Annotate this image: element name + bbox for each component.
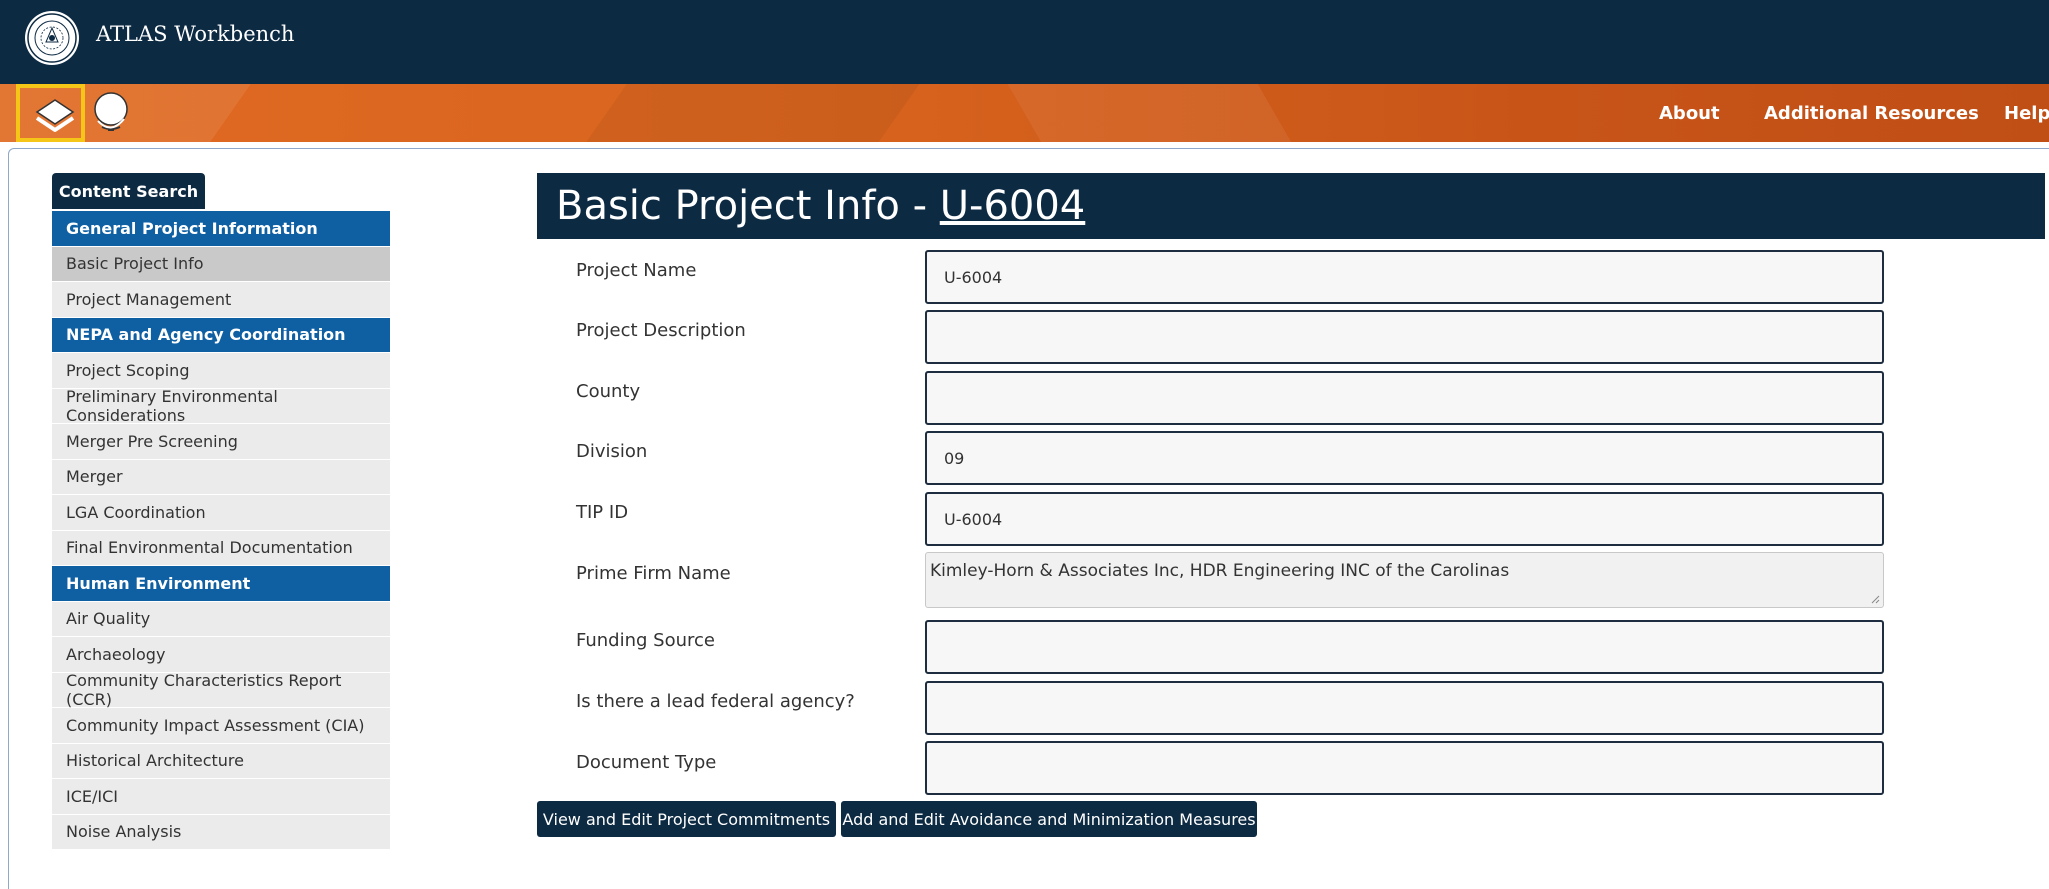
sidebar-item-merger-pre-screening[interactable]: Merger Pre Screening [52, 424, 390, 460]
app-title: ATLAS Workbench [96, 22, 295, 46]
lead-federal-agency-field[interactable] [925, 681, 1884, 735]
label-project-description: Project Description [576, 320, 746, 341]
label-prime-firm-name: Prime Firm Name [576, 563, 731, 584]
view-edit-commitments-button[interactable]: View and Edit Project Commitments [537, 801, 836, 837]
sidebar-item-noise-analysis[interactable]: Noise Analysis [52, 814, 390, 850]
county-field[interactable] [925, 371, 1884, 425]
resize-handle-icon[interactable] [1870, 594, 1880, 604]
state-seal-logo [25, 11, 79, 65]
nav-help[interactable]: Help [2004, 103, 2049, 124]
layers-button[interactable] [16, 84, 85, 142]
label-project-name: Project Name [576, 260, 697, 281]
content-search-button[interactable]: Content Search [52, 173, 205, 209]
sidebar-item-lga-coordination[interactable]: LGA Coordination [52, 495, 390, 531]
prime-firm-name-value: Kimley-Horn & Associates Inc, HDR Engine… [930, 561, 1510, 581]
sidebar-section-nepa-and-agency-coordination[interactable]: NEPA and Agency Coordination [52, 317, 390, 353]
sidebar-item-community-impact-assessment[interactable]: Community Impact Assessment (CIA) [52, 708, 390, 744]
tip-id-field[interactable]: U-6004 [925, 492, 1884, 546]
page-title: Basic Project Info - U-6004 [537, 173, 2045, 239]
division-field[interactable]: 09 [925, 431, 1884, 485]
page-title-prefix: Basic Project Info - [556, 183, 940, 229]
project-code-link[interactable]: U-6004 [940, 183, 1086, 229]
add-edit-avoidance-measures-button[interactable]: Add and Edit Avoidance and Minimization … [841, 801, 1257, 837]
label-division: Division [576, 441, 648, 462]
sidebar-item-final-environmental-documentation[interactable]: Final Environmental Documentation [52, 530, 390, 566]
sidebar-item-project-management[interactable]: Project Management [52, 282, 390, 318]
prime-firm-name-textarea[interactable]: Kimley-Horn & Associates Inc, HDR Engine… [925, 552, 1884, 608]
label-tip-id: TIP ID [576, 502, 629, 523]
top-bar: ATLAS Workbench [0, 0, 2049, 84]
sidebar-item-basic-project-info[interactable]: Basic Project Info [52, 246, 390, 282]
sidebar-item-air-quality[interactable]: Air Quality [52, 601, 390, 637]
sidebar-item-community-characteristics-report[interactable]: Community Characteristics Report (CCR) [52, 671, 390, 709]
document-type-field[interactable] [925, 741, 1884, 795]
funding-source-field[interactable] [925, 620, 1884, 674]
sidebar-item-project-scoping[interactable]: Project Scoping [52, 353, 390, 389]
project-description-field[interactable] [925, 310, 1884, 364]
globe-button[interactable] [88, 89, 134, 137]
nav-about[interactable]: About [1659, 103, 1720, 124]
project-name-field[interactable]: U-6004 [925, 250, 1884, 304]
sidebar-item-merger[interactable]: Merger [52, 459, 390, 495]
label-document-type: Document Type [576, 752, 717, 773]
label-county: County [576, 381, 641, 402]
globe-icon [94, 92, 128, 131]
sidebar-section-human-environment[interactable]: Human Environment [52, 566, 390, 602]
sidebar-item-preliminary-environmental-considerations[interactable]: Preliminary Environmental Considerations [52, 387, 390, 425]
sidebar-item-archaeology[interactable]: Archaeology [52, 637, 390, 673]
sidebar: General Project Information Basic Projec… [52, 211, 390, 850]
toolbar [0, 84, 2049, 142]
sidebar-item-historical-architecture[interactable]: Historical Architecture [52, 743, 390, 779]
nav-additional-resources[interactable]: Additional Resources [1764, 103, 1979, 124]
sidebar-section-general-project-information[interactable]: General Project Information [52, 211, 390, 247]
label-funding-source: Funding Source [576, 630, 715, 651]
sidebar-item-ice-ici[interactable]: ICE/ICI [52, 779, 390, 815]
layers-icon [35, 99, 75, 132]
label-lead-federal-agency: Is there a lead federal agency? [576, 691, 855, 712]
